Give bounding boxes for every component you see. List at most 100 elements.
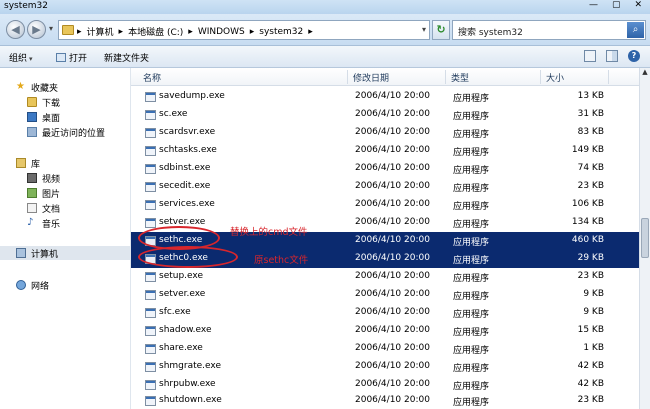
- exe-file-icon: [145, 362, 156, 372]
- file-name: shrpubw.exe: [159, 379, 216, 389]
- nav-label: 计算机: [31, 249, 59, 260]
- nav-documents[interactable]: 文档: [0, 201, 60, 215]
- file-date: 2006/4/10 20:00: [355, 199, 430, 209]
- history-dropdown-icon[interactable]: ▾: [49, 24, 53, 33]
- file-row[interactable]: sc.exe 2006/4/10 20:00 应用程序 31 KB: [131, 106, 639, 124]
- column-name[interactable]: 名称: [143, 71, 161, 84]
- nav-music[interactable]: ♪ 音乐: [0, 216, 60, 230]
- column-type[interactable]: 类型: [451, 71, 469, 84]
- breadcrumb-drive[interactable]: 本地磁盘 (C:): [128, 25, 183, 38]
- file-type: 应用程序: [453, 238, 490, 248]
- file-row[interactable]: scardsvr.exe 2006/4/10 20:00 应用程序 83 KB: [131, 124, 639, 142]
- breadcrumb-sep-icon[interactable]: ▸: [250, 27, 255, 37]
- nav-libraries[interactable]: 库: [0, 156, 40, 170]
- search-input[interactable]: 搜索 system32 ⌕: [452, 20, 646, 40]
- file-type: 应用程序: [453, 398, 490, 408]
- column-divider[interactable]: [445, 70, 446, 84]
- back-arrow-icon: ◀: [11, 23, 20, 36]
- file-type: 应用程序: [453, 346, 490, 356]
- file-row[interactable]: setup.exe 2006/4/10 20:00 应用程序 23 KB: [131, 268, 639, 286]
- nav-desktop[interactable]: 桌面: [0, 110, 60, 124]
- file-row[interactable]: services.exe 2006/4/10 20:00 应用程序 106 KB: [131, 196, 639, 214]
- file-size: 149 KB: [571, 145, 604, 155]
- exe-file-icon: [145, 272, 156, 282]
- column-divider[interactable]: [540, 70, 541, 84]
- nav-downloads[interactable]: 下载: [0, 95, 60, 109]
- breadcrumb-sep-icon[interactable]: ▸: [188, 27, 193, 37]
- back-button[interactable]: ◀: [6, 20, 25, 39]
- column-date[interactable]: 修改日期: [353, 71, 389, 84]
- file-row[interactable]: setver.exe 2006/4/10 20:00 应用程序 9 KB: [131, 286, 639, 304]
- nav-recent-places[interactable]: 最近访问的位置: [0, 125, 105, 139]
- breadcrumb-sep-icon[interactable]: ▸: [119, 27, 124, 37]
- nav-videos[interactable]: 视频: [0, 171, 60, 185]
- scroll-up-icon[interactable]: ▲: [640, 68, 650, 80]
- file-type: 应用程序: [453, 328, 490, 338]
- file-date: 2006/4/10 20:00: [355, 109, 430, 119]
- vertical-scrollbar[interactable]: ▲: [639, 68, 650, 409]
- exe-file-icon: [145, 396, 156, 406]
- file-row[interactable]: shadow.exe 2006/4/10 20:00 应用程序 15 KB: [131, 322, 639, 340]
- file-row[interactable]: schtasks.exe 2006/4/10 20:00 应用程序 149 KB: [131, 142, 639, 160]
- file-row[interactable]: savedump.exe 2006/4/10 20:00 应用程序 13 KB: [131, 88, 639, 106]
- annotation-replaced-cmd: 替换上的cmd文件: [230, 227, 308, 238]
- column-divider[interactable]: [347, 70, 348, 84]
- file-row[interactable]: sfc.exe 2006/4/10 20:00 应用程序 9 KB: [131, 304, 639, 322]
- change-view-icon[interactable]: [584, 50, 596, 62]
- breadcrumb-system32[interactable]: system32: [259, 27, 303, 37]
- file-date: 2006/4/10 20:00: [355, 181, 430, 191]
- refresh-button[interactable]: ↻: [432, 20, 450, 40]
- organize-button[interactable]: 组织 ▾: [9, 51, 33, 64]
- address-dropdown-icon[interactable]: ▾: [422, 25, 426, 34]
- downloads-folder-icon: [27, 97, 37, 107]
- column-header: 名称 修改日期 类型 大小: [131, 68, 639, 86]
- file-size: 42 KB: [577, 361, 604, 371]
- file-size: 106 KB: [571, 199, 604, 209]
- breadcrumb-windows[interactable]: WINDOWS: [198, 27, 245, 37]
- help-icon[interactable]: ?: [628, 50, 640, 62]
- video-icon: [27, 173, 37, 183]
- nav-favorites[interactable]: ★ 收藏夹: [0, 80, 58, 94]
- file-row[interactable]: sdbinst.exe 2006/4/10 20:00 应用程序 74 KB: [131, 160, 639, 178]
- exe-file-icon: [145, 308, 156, 318]
- minimize-button[interactable]: —: [589, 0, 598, 10]
- nav-pictures[interactable]: 图片: [0, 186, 60, 200]
- file-size: 9 KB: [583, 289, 604, 299]
- file-row[interactable]: shutdown.exe 2006/4/10 20:00 应用程序 23 KB: [131, 392, 639, 409]
- exe-file-icon: [145, 218, 156, 228]
- exe-file-icon: [145, 344, 156, 354]
- file-type: 应用程序: [453, 364, 490, 374]
- nav-label: 图片: [42, 189, 61, 200]
- address-row: ◀ ▶ ▾ ▸ 计算机 ▸ 本地磁盘 (C:) ▸ WINDOWS ▸ syst…: [0, 14, 650, 46]
- forward-button[interactable]: ▶: [27, 20, 46, 39]
- file-name: secedit.exe: [159, 181, 211, 191]
- column-size[interactable]: 大小: [546, 71, 564, 84]
- search-icon[interactable]: ⌕: [627, 22, 644, 38]
- desktop-icon: [27, 112, 37, 122]
- breadcrumb-computer[interactable]: 计算机: [87, 25, 114, 38]
- file-size: 134 KB: [571, 217, 604, 227]
- scroll-thumb[interactable]: [641, 218, 649, 258]
- file-row[interactable]: shmgrate.exe 2006/4/10 20:00 应用程序 42 KB: [131, 358, 639, 376]
- file-date: 2006/4/10 20:00: [355, 145, 430, 155]
- file-row[interactable]: share.exe 2006/4/10 20:00 应用程序 1 KB: [131, 340, 639, 358]
- breadcrumb-sep-icon[interactable]: ▸: [308, 27, 313, 37]
- open-button[interactable]: 打开: [56, 51, 87, 64]
- title-bar: system32 — ▢ ✕: [0, 0, 650, 14]
- file-type: 应用程序: [453, 256, 490, 266]
- address-bar[interactable]: ▸ 计算机 ▸ 本地磁盘 (C:) ▸ WINDOWS ▸ system32 ▸…: [58, 20, 430, 40]
- file-size: 29 KB: [577, 253, 604, 263]
- file-name: schtasks.exe: [159, 145, 217, 155]
- file-row[interactable]: secedit.exe 2006/4/10 20:00 应用程序 23 KB: [131, 178, 639, 196]
- new-folder-button[interactable]: 新建文件夹: [104, 51, 149, 64]
- preview-pane-icon[interactable]: [606, 50, 618, 62]
- nav-network[interactable]: 网络: [0, 278, 49, 292]
- nav-computer[interactable]: 计算机: [0, 246, 58, 260]
- column-divider[interactable]: [608, 70, 609, 84]
- close-button[interactable]: ✕: [634, 0, 642, 10]
- maximize-button[interactable]: ▢: [612, 0, 621, 10]
- file-date: 2006/4/10 20:00: [355, 289, 430, 299]
- nav-label: 文档: [42, 204, 61, 215]
- file-date: 2006/4/10 20:00: [355, 271, 430, 281]
- library-icon: [16, 158, 26, 168]
